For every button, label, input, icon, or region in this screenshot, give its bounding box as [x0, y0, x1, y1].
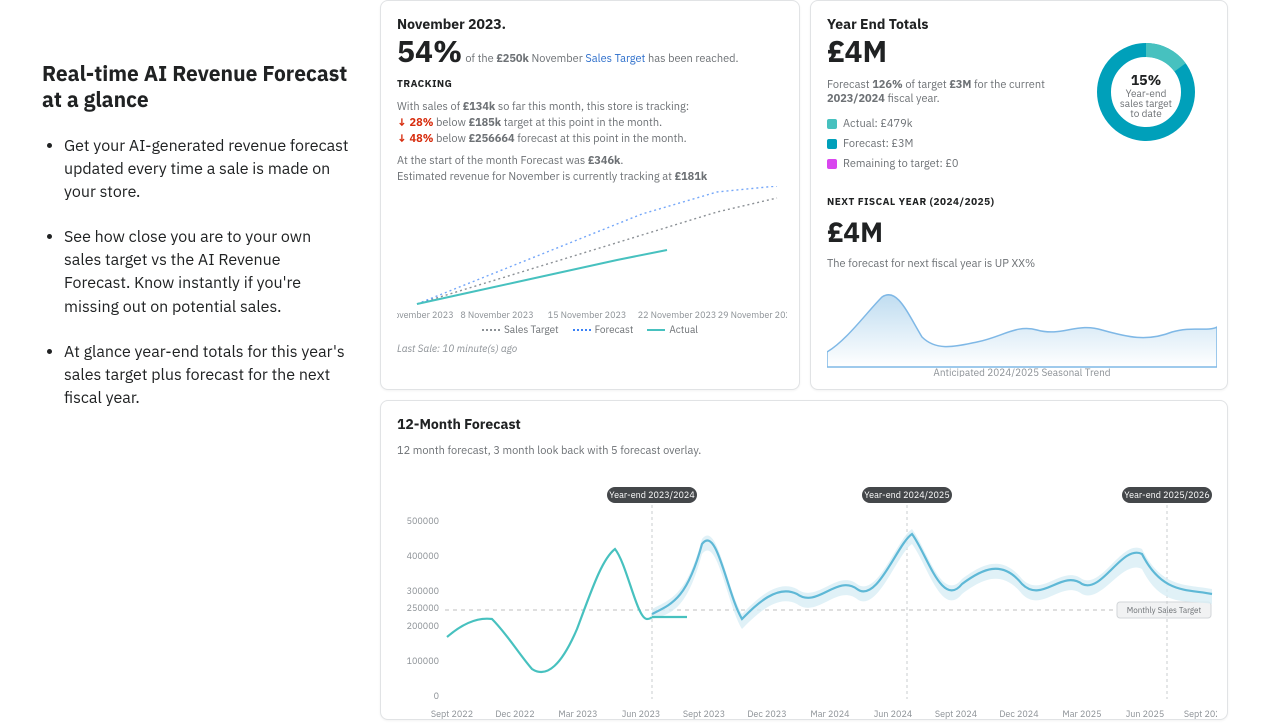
kv-remaining: Remaining to target: £0 — [827, 157, 1075, 171]
kv-forecast: Forecast: £3M — [827, 137, 1075, 151]
twelve-month-card: 12-Month Forecast 12 month forecast, 3 m… — [380, 400, 1228, 720]
sidebar-heading: Real-time AI Revenue Forecast at a glanc… — [42, 60, 350, 113]
svg-text:Sept 2023: Sept 2023 — [683, 709, 725, 720]
progress-pct: 54% — [397, 37, 462, 67]
svg-text:300000: 300000 — [407, 586, 439, 597]
svg-text:Mar 2025: Mar 2025 — [1062, 709, 1101, 720]
year-end-total: £4M — [827, 37, 887, 67]
year-end-card: Year End Totals £4M Forecast 126% of tar… — [810, 0, 1228, 390]
twelve-month-chart: 0 100000 200000 250000 300000 400000 500… — [397, 469, 1217, 727]
november-legend: Sales Target Forecast Actual — [397, 323, 783, 336]
svg-text:250000: 250000 — [407, 603, 439, 614]
sales-target-link[interactable]: Sales Target — [585, 52, 645, 66]
marketing-sidebar: Real-time AI Revenue Forecast at a glanc… — [0, 0, 370, 720]
svg-text:Sept 2022: Sept 2022 — [431, 709, 473, 720]
kv-actual: Actual: £479k — [827, 117, 1075, 131]
svg-text:200000: 200000 — [407, 621, 439, 632]
tracking-heading: TRACKING — [397, 77, 783, 90]
svg-text:Dec 2023: Dec 2023 — [747, 709, 786, 720]
svg-text:1 November 2023: 1 November 2023 — [397, 310, 454, 321]
november-chart: 1 November 2023 8 November 2023 15 Novem… — [397, 186, 787, 321]
svg-text:15 November 2023: 15 November 2023 — [548, 310, 627, 321]
card-title: 12-Month Forecast — [397, 415, 1211, 433]
svg-text:Dec 2022: Dec 2022 — [495, 709, 534, 720]
svg-text:Year-end 2023/2024: Year-end 2023/2024 — [609, 490, 694, 501]
svg-text:Jun 2024: Jun 2024 — [874, 709, 913, 720]
svg-text:Monthly Sales Target: Monthly Sales Target — [1127, 606, 1202, 616]
svg-text:500000: 500000 — [407, 516, 439, 527]
next-fy-heading: NEXT FISCAL YEAR (2024/2025) — [827, 195, 1211, 208]
next-fy-total: £4M — [827, 218, 883, 246]
svg-text:Sept 2025: Sept 2025 — [1184, 709, 1217, 720]
bullet: At glance year-end totals for this year'… — [64, 341, 350, 411]
svg-text:Dec 2024: Dec 2024 — [999, 709, 1038, 720]
bullet: See how close you are to your own sales … — [64, 226, 350, 319]
svg-text:0: 0 — [434, 691, 439, 702]
svg-text:8 November 2023: 8 November 2023 — [460, 310, 533, 321]
card-title: Year End Totals — [827, 15, 1211, 33]
svg-text:to date: to date — [1130, 107, 1162, 120]
svg-text:100000: 100000 — [407, 656, 439, 667]
november-card: November 2023. 54% of the £250k November… — [380, 0, 800, 390]
svg-text:400000: 400000 — [407, 551, 439, 562]
svg-text:22 November 2023: 22 November 2023 — [638, 310, 717, 321]
svg-text:Mar 2023: Mar 2023 — [558, 709, 597, 720]
svg-text:29 November 2023: 29 November 2023 — [718, 310, 787, 321]
last-sale-ts: Last Sale: 10 minute(s) ago — [397, 342, 783, 355]
bullet: Get your AI-generated revenue forecast u… — [64, 135, 350, 205]
svg-text:Jun 2025: Jun 2025 — [1126, 709, 1165, 720]
svg-text:Year-end 2025/2026: Year-end 2025/2026 — [1124, 490, 1209, 501]
svg-text:Anticipated 2024/2025 Seasonal: Anticipated 2024/2025 Seasonal Trend — [933, 366, 1110, 377]
svg-text:Jun 2023: Jun 2023 — [622, 709, 661, 720]
svg-text:Year-end 2024/2025: Year-end 2024/2025 — [864, 490, 949, 501]
card-title: November 2023. — [397, 15, 783, 33]
next-fy-trend-chart: Anticipated 2024/2025 Seasonal Trend — [827, 282, 1217, 377]
svg-text:Mar 2024: Mar 2024 — [810, 709, 849, 720]
svg-text:Sept 2024: Sept 2024 — [935, 709, 977, 720]
year-end-donut: 15% Year-end sales target to date — [1091, 37, 1211, 177]
